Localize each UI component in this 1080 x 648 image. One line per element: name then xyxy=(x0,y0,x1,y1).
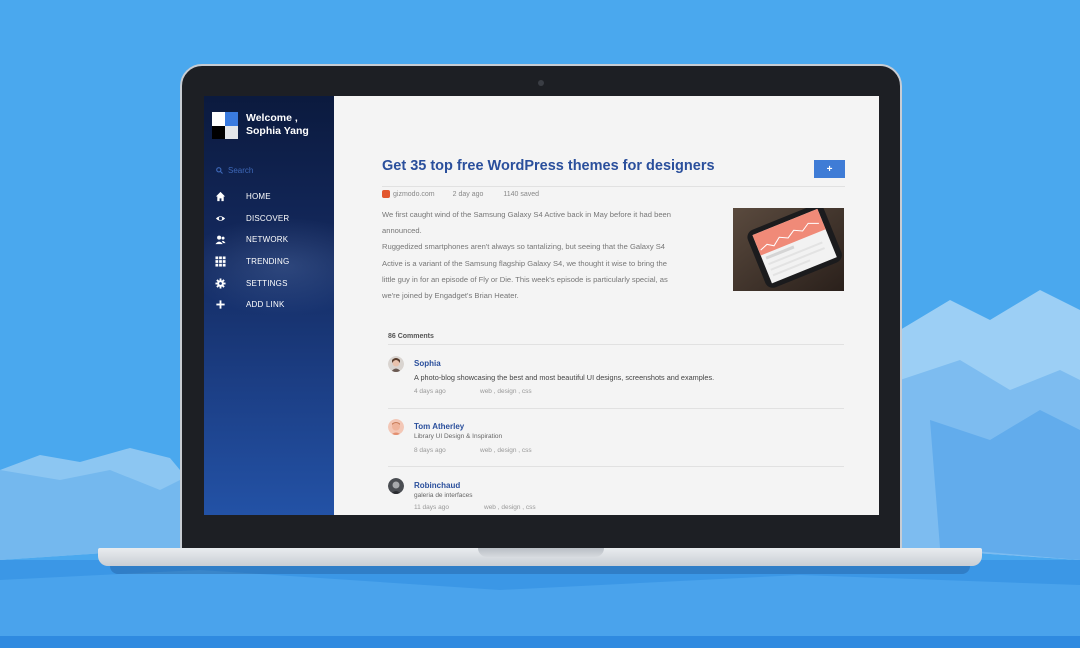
app-screen: Welcome , Sophia Yang Search HOME DISCOV… xyxy=(204,96,879,515)
comment-item: Sophia A photo-blog showcasing the best … xyxy=(388,356,844,406)
comment-item: Tom Atherley Library UI Design & Inspira… xyxy=(388,419,844,464)
avatar[interactable] xyxy=(388,419,404,435)
article-source[interactable]: gizmodo.com xyxy=(393,191,435,198)
comment-text: galeria de interfaces xyxy=(414,492,473,499)
main-content: Get 35 top free WordPress themes for des… xyxy=(334,96,879,515)
divider xyxy=(388,344,844,345)
article-meta: gizmodo.com 2 day ago 1140 saved xyxy=(382,190,539,198)
add-button[interactable]: + xyxy=(814,160,845,178)
comment-time: 8 days ago xyxy=(414,447,446,454)
article-line: Active is a variant of the Samsung flags… xyxy=(382,258,667,268)
sidebar-item-label: TRENDING xyxy=(246,257,290,267)
comment-text: Library UI Design & Inspiration xyxy=(414,433,503,440)
sidebar-item-label: ADD LINK xyxy=(246,300,285,310)
grid-icon xyxy=(215,256,226,267)
welcome-greeting: Welcome , xyxy=(246,112,298,124)
app-logo[interactable] xyxy=(212,112,238,139)
comment-tags[interactable]: web , design , css xyxy=(484,504,536,511)
article-saved-count: 1140 saved xyxy=(503,190,540,198)
search-input[interactable]: Search xyxy=(216,166,253,175)
network-icon xyxy=(215,236,226,245)
comment-author[interactable]: Tom Atherley xyxy=(414,422,464,431)
sidebar-item-label: HOME xyxy=(246,192,271,201)
sidebar-item-settings[interactable]: SETTINGS xyxy=(204,273,334,295)
gear-icon xyxy=(215,278,226,289)
comment-text: A photo-blog showcasing the best and mos… xyxy=(414,373,715,382)
article-thumbnail[interactable] xyxy=(733,208,844,291)
sidebar-item-network[interactable]: NETWORK xyxy=(204,229,334,251)
comment-author[interactable]: Robinchaud xyxy=(414,481,460,490)
sidebar-item-add-link[interactable]: ADD LINK xyxy=(204,294,334,316)
search-icon xyxy=(216,167,223,174)
sidebar-item-label: DISCOVER xyxy=(246,213,290,223)
article-title[interactable]: Get 35 top free WordPress themes for des… xyxy=(382,158,715,174)
sidebar-item-label: NETWORK xyxy=(246,235,289,245)
comment-author[interactable]: Sophia xyxy=(414,359,441,368)
user-name: Sophia Yang xyxy=(246,125,309,137)
sidebar-item-trending[interactable]: TRENDING xyxy=(204,251,334,273)
comment-time: 4 days ago xyxy=(414,388,446,395)
article-line: little guy in for an episode of Fly or D… xyxy=(382,274,668,284)
comment-item: Robinchaud galeria de interfaces 11 days… xyxy=(388,478,844,515)
source-favicon-icon xyxy=(382,190,390,198)
camera-icon xyxy=(538,80,544,86)
article-line: announced. xyxy=(382,226,422,236)
comments-count: 86 Comments xyxy=(388,333,434,340)
article-line: Ruggedized smartphones aren't always so … xyxy=(382,242,666,252)
comment-tags[interactable]: web , design , css xyxy=(480,388,532,395)
eye-icon xyxy=(215,215,226,221)
sidebar-item-home[interactable]: HOME xyxy=(204,186,334,208)
comment-time: 11 days ago xyxy=(414,504,449,511)
comment-tags[interactable]: web , design , css xyxy=(480,447,532,454)
article-line: We first caught wind of the Samsung Gala… xyxy=(382,210,671,219)
sidebar-nav: HOME DISCOVER NETWORK TRENDING SETTINGS … xyxy=(204,186,334,316)
divider xyxy=(388,408,844,409)
article-time: 2 day ago xyxy=(452,190,484,198)
sidebar: Welcome , Sophia Yang Search HOME DISCOV… xyxy=(204,96,334,515)
article-line: we're joined by Engadget's Brian Heater. xyxy=(382,291,519,301)
avatar[interactable] xyxy=(388,478,404,494)
sidebar-item-label: SETTINGS xyxy=(246,278,288,288)
divider xyxy=(382,186,845,187)
laptop-shadow xyxy=(110,566,970,574)
divider xyxy=(388,466,844,467)
article-body: We first caught wind of the Samsung Gala… xyxy=(382,207,687,304)
home-icon xyxy=(215,191,226,202)
sidebar-item-discover[interactable]: DISCOVER xyxy=(204,208,334,230)
plus-icon xyxy=(216,300,225,310)
laptop-notch xyxy=(478,548,604,557)
avatar[interactable] xyxy=(388,356,404,372)
welcome-text: Welcome , Sophia Yang xyxy=(246,112,309,138)
search-placeholder: Search xyxy=(228,166,254,175)
